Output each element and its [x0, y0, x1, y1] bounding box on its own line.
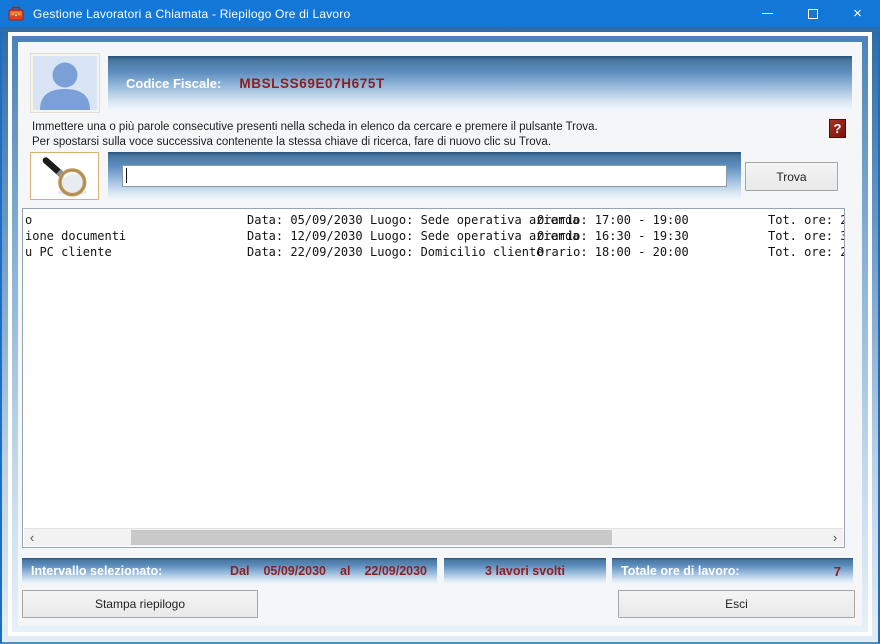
row-date: Data: 05/09/2030: [247, 213, 363, 227]
magnifying-glass-icon: [34, 154, 96, 198]
row-place: Luogo: Domicilio cliente: [370, 245, 543, 259]
total-hours-label: Totale ore di lavoro:: [612, 564, 740, 578]
codice-fiscale-banner: Codice Fiscale: MBSLSS69E07H675T: [108, 56, 852, 110]
codice-fiscale-label: Codice Fiscale:: [108, 76, 221, 91]
row-time: Orario: 18:00 - 20:00: [537, 245, 689, 259]
codice-fiscale-value: MBSLSS69E07H675T: [239, 76, 384, 91]
row-description: o: [25, 213, 32, 227]
instructions-line2: Per spostarsi sulla voce successiva cont…: [32, 135, 598, 150]
search-input[interactable]: [122, 165, 727, 187]
jobs-count: 3 lavori svolti: [485, 564, 565, 578]
horizontal-scrollbar[interactable]: ‹ ›: [24, 528, 843, 546]
interval-panel: Intervallo selezionato: Dal 05/09/2030 a…: [22, 558, 437, 584]
maximize-button[interactable]: [790, 0, 835, 27]
row-total-hours: Tot. ore: 3: [768, 229, 845, 243]
inner-frame: Codice Fiscale: MBSLSS69E07H675T Immette…: [12, 36, 868, 632]
jobs-count-panel: 3 lavori svolti: [444, 558, 606, 584]
question-mark-icon: ?: [834, 121, 842, 136]
row-description: u PC cliente: [25, 245, 112, 259]
row-description: ione documenti: [25, 229, 126, 243]
briefcase-app-icon: [8, 6, 24, 22]
scrollbar-thumb[interactable]: [131, 530, 612, 545]
work-row[interactable]: o Data: 05/09/2030 Luogo: Sede operativa…: [23, 213, 844, 229]
search-panel: [108, 152, 741, 200]
outer-frame: Codice Fiscale: MBSLSS69E07H675T Immette…: [0, 27, 880, 644]
minimize-button[interactable]: [745, 0, 790, 27]
row-date: Data: 12/09/2030: [247, 229, 363, 243]
close-button[interactable]: ×: [835, 0, 880, 27]
minimize-icon: [762, 13, 773, 14]
scroll-right-icon[interactable]: ›: [827, 529, 843, 546]
content-area: Codice Fiscale: MBSLSS69E07H675T Immette…: [18, 42, 862, 626]
window-title: Gestione Lavoratori a Chiamata - Riepilo…: [33, 7, 745, 21]
work-records-list: o Data: 05/09/2030 Luogo: Sede operativa…: [22, 208, 845, 548]
magnifier-image-box: [30, 152, 99, 200]
row-total-hours: Tot. ore: 2: [768, 213, 845, 227]
close-icon: ×: [853, 6, 862, 21]
esci-button[interactable]: Esci: [618, 590, 855, 618]
interval-dates: Dal 05/09/2030 al 22/09/2030: [216, 564, 437, 578]
work-row[interactable]: ione documenti Data: 12/09/2030 Luogo: S…: [23, 229, 844, 245]
avatar: [31, 54, 99, 112]
to-date: 22/09/2030: [364, 564, 427, 578]
al-label: al: [340, 564, 350, 578]
help-button[interactable]: ?: [829, 119, 846, 138]
app-window: Gestione Lavoratori a Chiamata - Riepilo…: [0, 0, 880, 644]
work-row[interactable]: u PC cliente Data: 22/09/2030 Luogo: Dom…: [23, 245, 844, 261]
trova-button[interactable]: Trova: [745, 162, 838, 191]
title-bar: Gestione Lavoratori a Chiamata - Riepilo…: [0, 0, 880, 27]
row-total-hours: Tot. ore: 2: [768, 245, 845, 259]
window-controls: ×: [745, 0, 880, 27]
row-time: Orario: 17:00 - 19:00: [537, 213, 689, 227]
work-rows: o Data: 05/09/2030 Luogo: Sede operativa…: [23, 213, 844, 261]
dal-label: Dal: [230, 564, 249, 578]
maximize-icon: [808, 9, 818, 19]
total-hours-value: 7: [834, 564, 853, 579]
interval-label: Intervallo selezionato:: [22, 564, 162, 578]
total-hours-panel: Totale ore di lavoro: 7: [612, 558, 853, 584]
scroll-left-icon[interactable]: ‹: [24, 529, 40, 546]
text-caret: [126, 168, 127, 183]
instructions-line1: Immettere una o più parole consecutive p…: [32, 120, 598, 135]
row-date: Data: 22/09/2030: [247, 245, 363, 259]
middle-frame: Codice Fiscale: MBSLSS69E07H675T Immette…: [8, 32, 872, 636]
row-time: Orario: 16:30 - 19:30: [537, 229, 689, 243]
from-date: 05/09/2030: [263, 564, 326, 578]
search-instructions: Immettere una o più parole consecutive p…: [32, 120, 598, 150]
stampa-riepilogo-button[interactable]: Stampa riepilogo: [22, 590, 258, 618]
